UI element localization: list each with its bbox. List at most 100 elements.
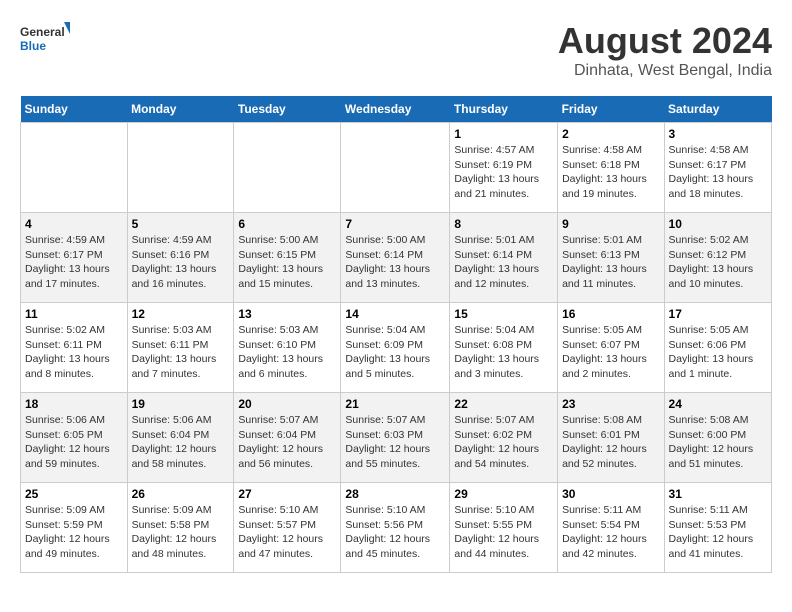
day-number: 9 <box>562 217 659 231</box>
day-number: 13 <box>238 307 336 321</box>
week-row-1: 1 Sunrise: 4:57 AMSunset: 6:19 PMDaylight… <box>21 123 772 213</box>
calendar-cell: 4Sunrise: 4:59 AMSunset: 6:17 PMDaylight… <box>21 213 128 303</box>
location-subtitle: Dinhata, West Bengal, India <box>558 62 772 80</box>
calendar-cell <box>21 123 128 213</box>
calendar-cell: 26 Sunrise: 5:09 AMSunset: 5:58 PMDayligh… <box>127 483 234 573</box>
day-info: Sunrise: 5:04 AMSunset: 6:08 PMDaylight:… <box>454 323 553 382</box>
calendar-cell: 28Sunrise: 5:10 AMSunset: 5:56 PMDayligh… <box>341 483 450 573</box>
day-info: Sunrise: 5:08 AMSunset: 6:00 PMDaylight:… <box>669 413 767 472</box>
day-info: Sunrise: 5:05 AMSunset: 6:07 PMDaylight:… <box>562 323 659 382</box>
calendar-cell: 3 Sunrise: 4:58 AMSunset: 6:17 PMDaylight… <box>664 123 771 213</box>
day-number: 1 <box>454 127 553 141</box>
col-header-monday: Monday <box>127 96 234 123</box>
day-number: 11 <box>25 307 123 321</box>
day-number: 25 <box>25 487 123 501</box>
calendar-cell: 11 Sunrise: 5:02 AMSunset: 6:11 PMDayligh… <box>21 303 128 393</box>
day-number: 2 <box>562 127 659 141</box>
calendar-cell: 6 Sunrise: 5:00 AMSunset: 6:15 PMDaylight… <box>234 213 341 303</box>
calendar-cell: 30 Sunrise: 5:11 AMSunset: 5:54 PMDayligh… <box>558 483 664 573</box>
day-number: 21 <box>345 397 445 411</box>
calendar-cell: 16 Sunrise: 5:05 AMSunset: 6:07 PMDayligh… <box>558 303 664 393</box>
week-row-5: 25 Sunrise: 5:09 AMSunset: 5:59 PMDayligh… <box>21 483 772 573</box>
day-number: 15 <box>454 307 553 321</box>
calendar-cell: 12 Sunrise: 5:03 AMSunset: 6:11 PMDayligh… <box>127 303 234 393</box>
day-number: 19 <box>132 397 230 411</box>
day-info: Sunrise: 5:07 AMSunset: 6:03 PMDaylight:… <box>345 413 445 472</box>
week-row-2: 4Sunrise: 4:59 AMSunset: 6:17 PMDaylight… <box>21 213 772 303</box>
day-number: 26 <box>132 487 230 501</box>
day-number: 29 <box>454 487 553 501</box>
day-info: Sunrise: 5:02 AMSunset: 6:12 PMDaylight:… <box>669 233 767 292</box>
day-info: Sunrise: 5:03 AMSunset: 6:11 PMDaylight:… <box>132 323 230 382</box>
day-number: 8 <box>454 217 553 231</box>
calendar-cell: 23Sunrise: 5:08 AMSunset: 6:01 PMDayligh… <box>558 393 664 483</box>
calendar-cell: 2 Sunrise: 4:58 AMSunset: 6:18 PMDaylight… <box>558 123 664 213</box>
day-info: Sunrise: 4:59 AMSunset: 6:17 PMDaylight:… <box>25 233 123 292</box>
calendar-cell: 13 Sunrise: 5:03 AMSunset: 6:10 PMDayligh… <box>234 303 341 393</box>
calendar-cell: 24Sunrise: 5:08 AMSunset: 6:00 PMDayligh… <box>664 393 771 483</box>
logo-svg: General Blue <box>20 20 70 60</box>
calendar-cell: 15 Sunrise: 5:04 AMSunset: 6:08 PMDayligh… <box>450 303 558 393</box>
day-number: 27 <box>238 487 336 501</box>
day-number: 22 <box>454 397 553 411</box>
day-info: Sunrise: 5:00 AMSunset: 6:15 PMDaylight:… <box>238 233 336 292</box>
calendar-cell: 25 Sunrise: 5:09 AMSunset: 5:59 PMDayligh… <box>21 483 128 573</box>
day-info: Sunrise: 5:04 AMSunset: 6:09 PMDaylight:… <box>345 323 445 382</box>
day-info: Sunrise: 4:58 AMSunset: 6:18 PMDaylight:… <box>562 143 659 202</box>
day-info: Sunrise: 5:03 AMSunset: 6:10 PMDaylight:… <box>238 323 336 382</box>
day-info: Sunrise: 5:06 AMSunset: 6:04 PMDaylight:… <box>132 413 230 472</box>
calendar-cell: 19 Sunrise: 5:06 AMSunset: 6:04 PMDayligh… <box>127 393 234 483</box>
calendar-cell: 22 Sunrise: 5:07 AMSunset: 6:02 PMDayligh… <box>450 393 558 483</box>
calendar-cell: 20Sunrise: 5:07 AMSunset: 6:04 PMDayligh… <box>234 393 341 483</box>
title-block: August 2024 Dinhata, West Bengal, India <box>558 20 772 80</box>
day-info: Sunrise: 4:58 AMSunset: 6:17 PMDaylight:… <box>669 143 767 202</box>
day-number: 17 <box>669 307 767 321</box>
calendar-cell <box>127 123 234 213</box>
calendar-cell: 21 Sunrise: 5:07 AMSunset: 6:03 PMDayligh… <box>341 393 450 483</box>
col-header-wednesday: Wednesday <box>341 96 450 123</box>
day-info: Sunrise: 5:09 AMSunset: 5:58 PMDaylight:… <box>132 503 230 562</box>
col-header-thursday: Thursday <box>450 96 558 123</box>
day-info: Sunrise: 5:01 AMSunset: 6:14 PMDaylight:… <box>454 233 553 292</box>
calendar-cell: 8 Sunrise: 5:01 AMSunset: 6:14 PMDaylight… <box>450 213 558 303</box>
day-info: Sunrise: 4:59 AMSunset: 6:16 PMDaylight:… <box>132 233 230 292</box>
calendar-cell: 17Sunrise: 5:05 AMSunset: 6:06 PMDayligh… <box>664 303 771 393</box>
day-info: Sunrise: 5:10 AMSunset: 5:56 PMDaylight:… <box>345 503 445 562</box>
calendar-cell <box>341 123 450 213</box>
calendar-table: SundayMondayTuesdayWednesdayThursdayFrid… <box>20 96 772 573</box>
day-info: Sunrise: 4:57 AMSunset: 6:19 PMDaylight:… <box>454 143 553 202</box>
calendar-cell: 10Sunrise: 5:02 AMSunset: 6:12 PMDayligh… <box>664 213 771 303</box>
day-info: Sunrise: 5:06 AMSunset: 6:05 PMDaylight:… <box>25 413 123 472</box>
day-number: 6 <box>238 217 336 231</box>
day-number: 3 <box>669 127 767 141</box>
calendar-cell: 14Sunrise: 5:04 AMSunset: 6:09 PMDayligh… <box>341 303 450 393</box>
day-info: Sunrise: 5:00 AMSunset: 6:14 PMDaylight:… <box>345 233 445 292</box>
day-info: Sunrise: 5:07 AMSunset: 6:02 PMDaylight:… <box>454 413 553 472</box>
day-info: Sunrise: 5:02 AMSunset: 6:11 PMDaylight:… <box>25 323 123 382</box>
calendar-cell: 29Sunrise: 5:10 AMSunset: 5:55 PMDayligh… <box>450 483 558 573</box>
logo: General Blue <box>20 20 70 60</box>
day-info: Sunrise: 5:11 AMSunset: 5:54 PMDaylight:… <box>562 503 659 562</box>
day-info: Sunrise: 5:11 AMSunset: 5:53 PMDaylight:… <box>669 503 767 562</box>
calendar-cell: 9Sunrise: 5:01 AMSunset: 6:13 PMDaylight… <box>558 213 664 303</box>
day-number: 30 <box>562 487 659 501</box>
calendar-cell: 31Sunrise: 5:11 AMSunset: 5:53 PMDayligh… <box>664 483 771 573</box>
day-info: Sunrise: 5:09 AMSunset: 5:59 PMDaylight:… <box>25 503 123 562</box>
day-number: 16 <box>562 307 659 321</box>
svg-text:Blue: Blue <box>20 39 46 53</box>
calendar-header-row: SundayMondayTuesdayWednesdayThursdayFrid… <box>21 96 772 123</box>
svg-text:General: General <box>20 25 65 39</box>
week-row-4: 18 Sunrise: 5:06 AMSunset: 6:05 PMDayligh… <box>21 393 772 483</box>
col-header-tuesday: Tuesday <box>234 96 341 123</box>
day-number: 5 <box>132 217 230 231</box>
day-number: 12 <box>132 307 230 321</box>
day-info: Sunrise: 5:07 AMSunset: 6:04 PMDaylight:… <box>238 413 336 472</box>
col-header-sunday: Sunday <box>21 96 128 123</box>
day-info: Sunrise: 5:08 AMSunset: 6:01 PMDaylight:… <box>562 413 659 472</box>
month-year-title: August 2024 <box>558 20 772 62</box>
day-number: 7 <box>345 217 445 231</box>
day-number: 18 <box>25 397 123 411</box>
calendar-cell: 1 Sunrise: 4:57 AMSunset: 6:19 PMDaylight… <box>450 123 558 213</box>
page-header: General Blue August 2024 Dinhata, West B… <box>20 20 772 80</box>
calendar-cell: 27Sunrise: 5:10 AMSunset: 5:57 PMDayligh… <box>234 483 341 573</box>
